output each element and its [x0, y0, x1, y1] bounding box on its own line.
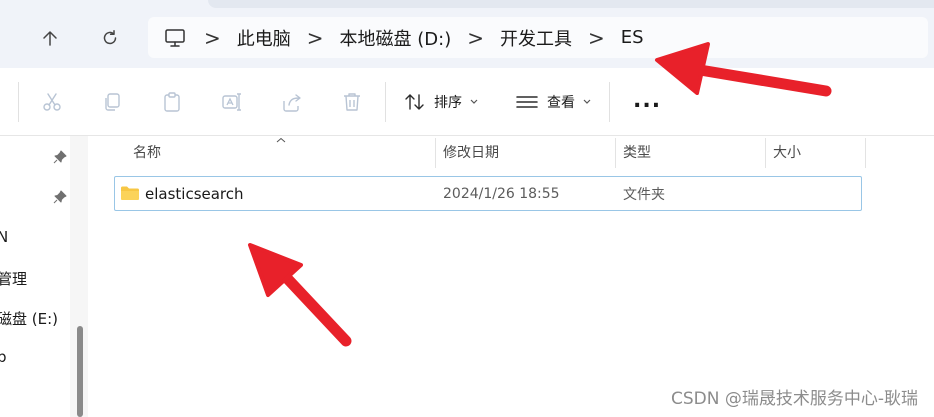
breadcrumb-local-disk-d[interactable]: 本地磁盘 (D:) [338, 25, 454, 51]
nav-item[interactable]: 磁盘 (E:) [0, 308, 58, 329]
breadcrumb-separator[interactable]: > [588, 28, 605, 48]
breadcrumb-separator[interactable]: > [467, 28, 484, 48]
command-bar: 排序 查看 ... [0, 68, 934, 136]
breadcrumb-es[interactable]: ES [619, 27, 646, 48]
nav-item[interactable]: N [0, 228, 8, 246]
computer-icon[interactable] [164, 28, 186, 48]
view-label: 查看 [547, 95, 575, 111]
delete-icon [344, 93, 360, 111]
breadcrumb-dev-tools[interactable]: 开发工具 [498, 25, 574, 51]
breadcrumb-separator[interactable]: > [307, 28, 324, 48]
breadcrumb-this-pc[interactable]: 此电脑 [235, 25, 293, 51]
nav-item[interactable]: p [0, 348, 7, 366]
pin-icon[interactable] [53, 150, 67, 164]
file-name[interactable]: elasticsearch [145, 177, 244, 210]
chevron-down-icon [583, 99, 591, 104]
pin-icon[interactable] [53, 190, 67, 204]
breadcrumb-separator[interactable]: > [204, 28, 221, 48]
paste-icon [164, 92, 180, 112]
file-row[interactable]: elasticsearch 2024/1/26 18:55 文件夹 [114, 176, 862, 211]
toolbar-divider [609, 82, 610, 122]
column-divider[interactable] [435, 138, 436, 168]
column-header-name[interactable]: 名称 [133, 136, 161, 168]
file-type: 文件夹 [623, 186, 665, 203]
refresh-icon [103, 30, 117, 45]
toolbar-divider [385, 82, 386, 122]
sort-label: 排序 [434, 95, 462, 111]
copy-button[interactable] [99, 89, 125, 115]
sort-ascending-indicator-icon [276, 137, 286, 143]
column-header-type[interactable]: 类型 [623, 136, 651, 168]
column-header-date-modified[interactable]: 修改日期 [443, 136, 499, 168]
view-icon [516, 96, 538, 108]
copy-icon [105, 93, 120, 111]
column-divider[interactable] [615, 138, 616, 168]
toolbar-divider [18, 82, 19, 122]
chevron-down-icon [470, 99, 478, 104]
sort-dropdown[interactable]: 排序 [404, 89, 479, 115]
column-divider[interactable] [865, 138, 866, 168]
watermark: CSDN @瑞晟技术服务中心-耿瑞 [670, 389, 918, 409]
rename-icon [222, 93, 241, 111]
file-date-modified: 2024/1/26 18:55 [443, 185, 560, 202]
address-bar[interactable]: > 此电脑 > 本地磁盘 (D:) > 开发工具 > ES [148, 17, 928, 58]
share-icon [283, 94, 301, 112]
column-divider[interactable] [765, 138, 766, 168]
refresh-button[interactable] [94, 22, 126, 54]
more-icon: ... [633, 88, 662, 113]
nav-item[interactable]: 管理 [0, 268, 27, 289]
paste-button[interactable] [159, 89, 185, 115]
red-arrow-to-folder [248, 243, 352, 347]
column-header-size[interactable]: 大小 [773, 136, 801, 168]
up-button[interactable] [34, 22, 66, 54]
sort-icon [405, 94, 424, 110]
tab-strip-edge [208, 0, 934, 8]
delete-button[interactable] [339, 89, 365, 115]
cut-button[interactable] [39, 89, 65, 115]
up-arrow-icon [43, 31, 57, 46]
view-dropdown[interactable]: 查看 [515, 89, 592, 115]
share-button[interactable] [279, 89, 305, 115]
cut-icon [43, 93, 61, 111]
more-options-button[interactable]: ... [633, 90, 661, 112]
folder-icon [121, 186, 139, 200]
rename-button[interactable] [219, 89, 245, 115]
nav-scrollbar-thumb[interactable] [77, 326, 83, 417]
